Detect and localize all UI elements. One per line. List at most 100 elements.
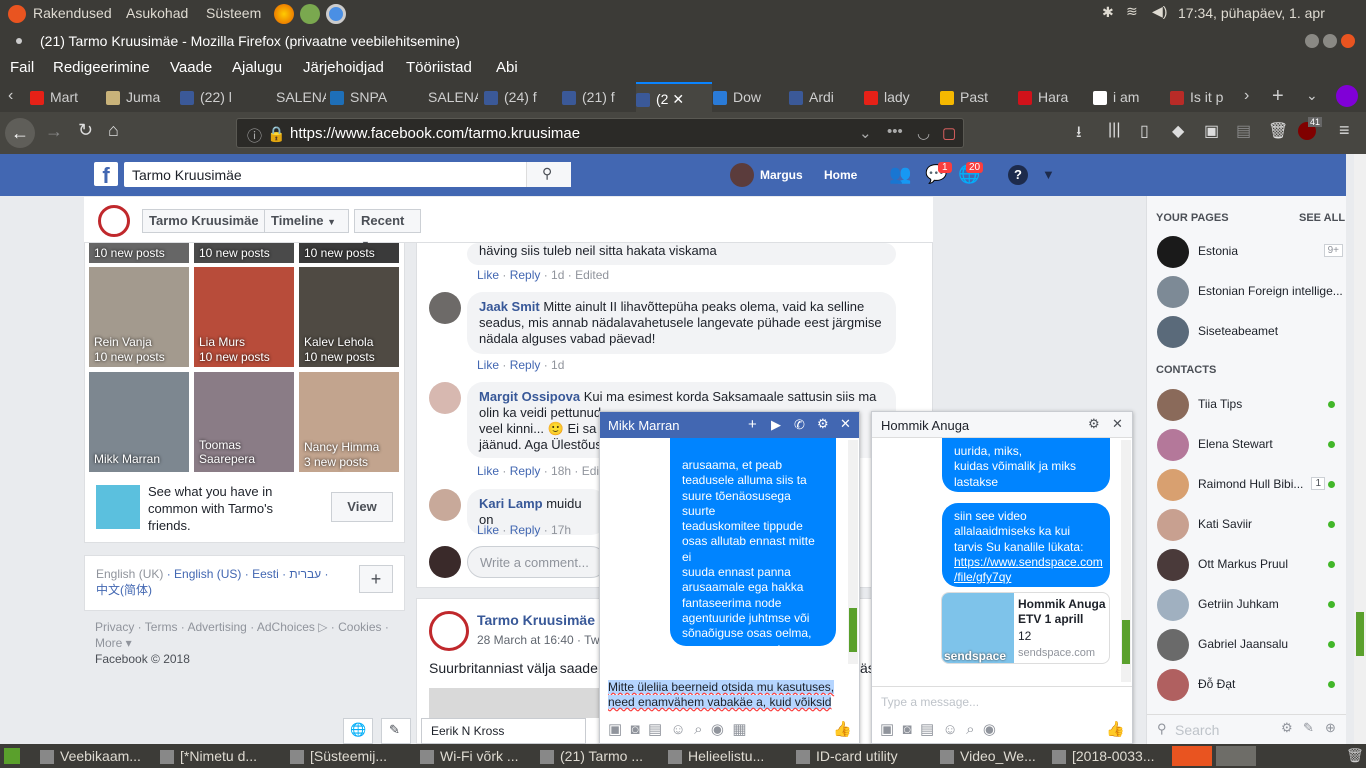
reply-link[interactable]: Reply bbox=[510, 268, 541, 282]
language-link[interactable]: עברית bbox=[289, 567, 321, 581]
firefox-launcher-icon[interactable] bbox=[274, 4, 294, 24]
avatar[interactable] bbox=[429, 489, 461, 521]
chat-scrollbar[interactable] bbox=[1121, 440, 1131, 682]
phone-icon[interactable]: ✆ bbox=[794, 417, 805, 433]
browser-tab[interactable]: Mart bbox=[30, 82, 102, 112]
contact-item[interactable]: Raimond Hull Bibi... 1 bbox=[1157, 467, 1343, 503]
site-info-icon[interactable]: ⓘ bbox=[247, 125, 262, 146]
close-icon[interactable]: ✕ bbox=[1112, 416, 1123, 432]
show-desktop-icon[interactable] bbox=[4, 748, 20, 764]
browser-tab[interactable]: (24) f bbox=[484, 82, 556, 112]
comment-time[interactable]: 1d bbox=[551, 358, 564, 372]
friend-thumb[interactable]: Rein Vanja 10 new posts bbox=[89, 267, 189, 367]
ubuntu-logo-icon[interactable] bbox=[8, 5, 26, 23]
minimize-icon[interactable] bbox=[1305, 34, 1319, 48]
taskbar-item[interactable]: [2018-0033... bbox=[1052, 744, 1155, 768]
page-item[interactable]: Siseteabeamet bbox=[1157, 314, 1343, 350]
footer-adchoices[interactable]: AdChoices bbox=[257, 620, 315, 634]
browser-tab[interactable]: Juma bbox=[106, 82, 176, 112]
friend-thumb[interactable]: Kalev Lehola 10 new posts bbox=[299, 267, 399, 367]
sticker-icon[interactable]: ◙ bbox=[903, 721, 912, 738]
bluetooth-icon[interactable]: ✱ bbox=[1102, 4, 1114, 21]
trash-icon[interactable]: 🗑 bbox=[1346, 747, 1364, 764]
post-image[interactable] bbox=[429, 688, 599, 718]
compose-icon[interactable]: ✎ bbox=[1303, 720, 1314, 736]
sidebar-icon[interactable]: ▯ bbox=[1140, 121, 1149, 141]
trash-icon[interactable]: 🗑 bbox=[1268, 121, 1288, 141]
photo-icon[interactable]: ▣ bbox=[880, 721, 894, 738]
wifi-icon[interactable]: ≋ bbox=[1126, 3, 1138, 20]
contacts-search-placeholder[interactable]: Search bbox=[1175, 722, 1219, 738]
browser-tab[interactable]: (21) f bbox=[562, 82, 632, 112]
add-people-icon[interactable]: + bbox=[748, 416, 757, 433]
contacts-search[interactable]: ⚲ Search ⚙ ✎ ⊕ bbox=[1147, 714, 1346, 744]
friend-thumb[interactable]: Lia Murs 10 new posts bbox=[194, 267, 294, 367]
like-link[interactable]: Like bbox=[477, 358, 499, 372]
see-all-link[interactable]: SEE ALL bbox=[1299, 212, 1345, 224]
menu-tools[interactable]: Tööriistad bbox=[406, 59, 472, 76]
attach-icon[interactable]: ⌕ bbox=[694, 721, 702, 738]
extension-icon[interactable]: ◆ bbox=[1172, 121, 1184, 141]
workspace-switcher[interactable] bbox=[1172, 746, 1212, 766]
forward-icon[interactable]: → bbox=[45, 121, 63, 142]
user-name-link[interactable]: Margus bbox=[760, 168, 803, 182]
menu-edit[interactable]: Redigeerimine bbox=[53, 59, 150, 76]
add-language-button[interactable]: + bbox=[359, 565, 393, 593]
window-menu-icon[interactable] bbox=[16, 38, 22, 44]
browser-tab[interactable]: SALENA bbox=[408, 82, 478, 112]
language-link[interactable]: English (US) bbox=[174, 567, 241, 581]
footer-privacy[interactable]: Privacy bbox=[95, 620, 134, 634]
footer-cookies[interactable]: Cookies bbox=[338, 620, 381, 634]
view-button[interactable]: View bbox=[331, 492, 393, 522]
reload-icon[interactable]: ↻ bbox=[78, 120, 93, 141]
chat-scrollbar[interactable] bbox=[848, 440, 858, 664]
friend-thumb[interactable]: Mikk Marran bbox=[89, 372, 189, 472]
friend-thumb[interactable]: 10 new posts bbox=[194, 243, 294, 263]
new-message-button[interactable]: ✎ bbox=[381, 718, 411, 744]
hamburger-menu-icon[interactable]: ≡ bbox=[1339, 120, 1350, 141]
chat-title[interactable]: Hommik Anuga bbox=[881, 418, 969, 433]
menu-help[interactable]: Abi bbox=[496, 59, 518, 76]
comment-time[interactable]: 17h bbox=[551, 523, 571, 537]
chat-header[interactable]: Mikk Marran + ▶ ✆ ⚙ ✕ bbox=[600, 412, 859, 438]
menu-bookmarks[interactable]: Järjehoidjad bbox=[303, 59, 384, 76]
browser-tab[interactable]: Past bbox=[940, 82, 1014, 112]
browser-tab[interactable]: Is it p bbox=[1170, 82, 1240, 112]
downloads-icon[interactable]: ⭳ bbox=[1076, 121, 1082, 148]
volume-icon[interactable]: ◀) bbox=[1152, 3, 1167, 20]
taskbar-item[interactable]: [Süsteemij... bbox=[290, 744, 387, 768]
friend-thumb[interactable]: 10 new posts bbox=[89, 243, 189, 263]
user-avatar[interactable] bbox=[730, 163, 754, 187]
facebook-logo-icon[interactable]: f bbox=[94, 162, 118, 188]
friend-thumb[interactable]: 10 new posts bbox=[299, 243, 399, 263]
contact-item[interactable]: Đỗ Đạt bbox=[1157, 667, 1343, 703]
contact-item[interactable]: Getriin Juhkam bbox=[1157, 587, 1343, 623]
screenshot-icon[interactable]: ▣ bbox=[1204, 121, 1219, 141]
reply-link[interactable]: Reply bbox=[510, 523, 541, 537]
contact-item[interactable]: Gabriel Jaansalu bbox=[1157, 627, 1343, 663]
library-icon[interactable]: ||| bbox=[1108, 121, 1120, 139]
avatar[interactable] bbox=[429, 546, 461, 578]
browser-tab[interactable]: (22) l bbox=[180, 82, 250, 112]
page-scrollbar[interactable] bbox=[1354, 154, 1366, 744]
friend-requests-icon[interactable]: 👥 bbox=[889, 164, 911, 185]
url-bar[interactable]: ⓘ 🔒 https://www.facebook.com/tarmo.kruus… bbox=[236, 118, 964, 148]
scrollbar-thumb[interactable] bbox=[849, 608, 857, 652]
language-link[interactable]: Eesti bbox=[252, 567, 279, 581]
contact-item[interactable]: Tiia Tips bbox=[1157, 387, 1343, 423]
browser-tab[interactable]: Hara bbox=[1018, 82, 1090, 112]
chat-tab-minimized[interactable]: Eerik N Kross bbox=[421, 718, 586, 744]
avatar[interactable] bbox=[429, 292, 461, 324]
emoji-icon[interactable]: ☺ bbox=[942, 721, 957, 738]
menu-places[interactable]: Asukohad bbox=[126, 5, 188, 21]
footer-more[interactable]: More bbox=[95, 636, 122, 650]
home-link[interactable]: Home bbox=[824, 168, 857, 182]
search-button[interactable]: ⚲ bbox=[526, 162, 571, 187]
facebook-search-input[interactable]: Tarmo Kruusimäe ⚲ bbox=[124, 162, 571, 187]
contact-item[interactable]: Ott Markus Pruul bbox=[1157, 547, 1343, 583]
tabs-scroll-left-icon[interactable]: ‹ bbox=[8, 87, 13, 105]
taskbar-item[interactable]: Veebikaam... bbox=[40, 744, 141, 768]
chromium-launcher-icon[interactable] bbox=[326, 4, 346, 24]
menu-history[interactable]: Ajalugu bbox=[232, 59, 282, 76]
taskbar-item[interactable]: Video_We... bbox=[940, 744, 1036, 768]
